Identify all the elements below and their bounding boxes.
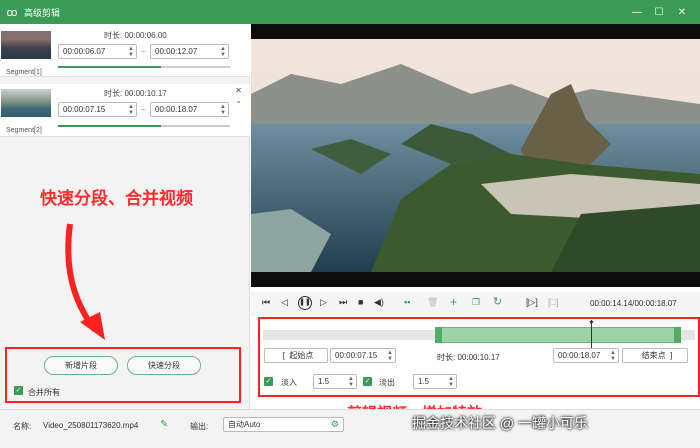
output-select[interactable]: 自动Auto ⚙ (223, 417, 344, 432)
range-dash: – (141, 105, 146, 114)
set-end-button[interactable]: 结束点 ] (622, 348, 688, 363)
watermark: 掘金技术社区 @ 一罐小可乐 (412, 415, 588, 431)
fade-in-label: 淡入 (281, 378, 297, 387)
copy-icon[interactable]: ❐ (472, 296, 480, 308)
segment-thumbnail (1, 31, 51, 59)
selected-range[interactable] (435, 327, 681, 343)
split-icon[interactable]: ▪▪ (404, 296, 410, 308)
fade-in-input[interactable]: 1.5 ▲ ▼ (313, 374, 357, 389)
add-segment-button[interactable]: 新增片段 (44, 356, 118, 375)
segment-start-input[interactable]: 00:00:07.15 ▲ ▼ (58, 102, 137, 117)
spinner-icon[interactable]: ▲ ▼ (128, 104, 134, 116)
volume-icon[interactable]: ◀) (374, 296, 384, 308)
mark-out-icon[interactable]: [□] (548, 296, 558, 308)
segment-thumbnail (1, 89, 51, 117)
red-arrow-icon (65, 223, 105, 340)
segment-item[interactable]: Segment[2] 时长: 00:00:10.17 00:00:07.15 ▲ ▼… (0, 84, 250, 137)
edit-name-icon[interactable]: ✎ (160, 419, 168, 430)
quick-split-button[interactable]: 快速分段 (127, 356, 201, 375)
skip-end-icon[interactable]: ⏭ (339, 296, 347, 308)
playhead-marker-icon: ▼ (588, 320, 595, 327)
range-end-handle[interactable] (674, 327, 681, 343)
time-display: 00:00:14.14/00:00:18.07 (590, 299, 677, 308)
mark-in-icon[interactable]: [▷] (526, 296, 538, 308)
merge-all-checkbox[interactable]: ✓ (14, 386, 23, 395)
name-label: 名称: (13, 422, 32, 431)
segment-duration: 时长: 00:00:10.17 (104, 89, 167, 98)
segment-start-input[interactable]: 00:00:06.07 ▲ ▼ (58, 44, 137, 59)
fade-out-input[interactable]: 1.5 ▲ ▼ (413, 374, 457, 389)
pause-icon[interactable]: ❚❚ (298, 296, 312, 310)
segment-end-input[interactable]: 00:00:18.07 ▲ ▼ (150, 102, 229, 117)
segment-duration: 时长: 00:00:06.00 (104, 31, 167, 40)
reset-icon[interactable]: ↻ (493, 296, 502, 308)
name-value: Video_250801173620.mp4 (43, 421, 139, 430)
step-forward-icon[interactable]: ▷ (320, 296, 327, 308)
timeline-track[interactable]: ▼ (263, 320, 695, 348)
video-frame (251, 24, 700, 287)
set-start-button[interactable]: [ 起始点 (264, 348, 328, 363)
title-bar: ꝏ 高级剪辑 (0, 0, 700, 24)
close-button[interactable]: ✕ (671, 0, 693, 24)
end-time-input[interactable]: 00:00:18.07 ▲ ▼ (553, 348, 619, 363)
spinner-icon[interactable]: ▲ ▼ (220, 104, 226, 116)
skip-start-icon[interactable]: ⏮ (262, 296, 270, 308)
start-time-input[interactable]: 00:00:07.15 ▲ ▼ (330, 348, 396, 363)
step-back-icon[interactable]: ◁ (281, 296, 288, 308)
segment-end-input[interactable]: 00:00:12.07 ▲ ▼ (150, 44, 229, 59)
delete-segment-icon[interactable]: ✕ (235, 86, 242, 95)
window-title: 高级剪辑 (24, 7, 61, 18)
fade-in-checkbox[interactable]: ✓ (264, 377, 273, 386)
segment-progress (58, 125, 230, 127)
fade-out-checkbox[interactable]: ✓ (363, 377, 372, 386)
add-icon[interactable]: + (450, 296, 457, 308)
maximize-button[interactable]: ☐ (648, 0, 670, 24)
delete-icon[interactable]: 🗑 (427, 296, 438, 308)
range-dash: – (141, 47, 146, 56)
video-preview[interactable] (251, 24, 700, 287)
output-label: 输出: (190, 422, 209, 431)
segment-progress (58, 66, 230, 68)
minimize-button[interactable]: — (626, 0, 648, 24)
app-logo-icon: ꝏ (6, 6, 18, 19)
annotation-left: 快速分段、合并视频 (40, 189, 193, 208)
spinner-icon[interactable]: ▲ ▼ (128, 46, 134, 58)
edit-duration: 时长: 00:00:10.17 (437, 353, 500, 362)
range-start-handle[interactable] (435, 327, 442, 343)
spinner-icon[interactable]: ▲ ▼ (220, 46, 226, 58)
settings-gear-icon: ⚙ (330, 419, 339, 429)
segment-label: Segment[1] (6, 69, 42, 76)
fade-out-label: 淡出 (379, 378, 395, 387)
merge-all-label: 合并所有 (28, 388, 60, 397)
stop-icon[interactable]: ■ (358, 296, 363, 308)
segment-label: Segment[2] (6, 127, 42, 134)
segment-item[interactable]: Segment[1] 时长: 00:00:06.00 00:00:06.07 ▲ ▼… (0, 24, 250, 77)
collapse-icon[interactable]: ⌄ (235, 96, 242, 105)
